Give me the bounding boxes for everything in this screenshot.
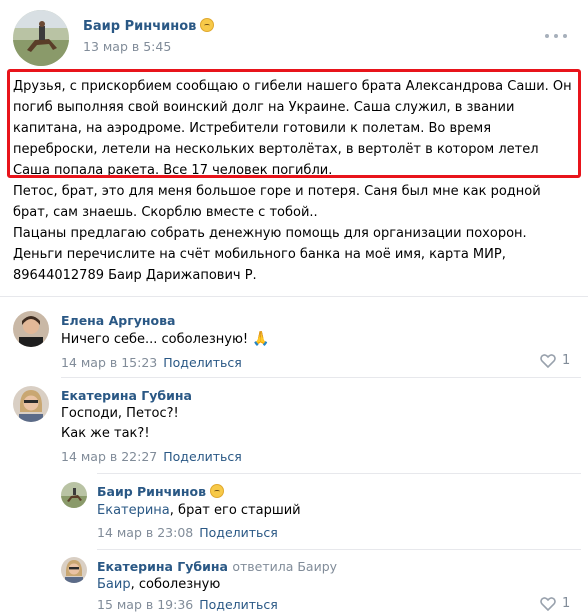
like-count: 1 xyxy=(562,353,571,368)
comment-text: Господи, Петос?! Как же так?! xyxy=(61,404,179,444)
reply-text: Екатерина, брат его старший xyxy=(97,501,301,521)
comment-author-avatar[interactable] xyxy=(13,386,49,422)
reply-date[interactable]: 14 мар в 23:08 xyxy=(97,525,193,540)
smile-emoji-icon xyxy=(200,18,215,32)
comment-meta: 14 мар в 15:23 Поделиться xyxy=(61,355,242,370)
reply-date[interactable]: 15 мар в 19:36 xyxy=(97,597,193,612)
comments-divider xyxy=(0,296,588,297)
reply-author-name-text[interactable]: Екатерина Губина xyxy=(97,559,228,574)
share-button[interactable]: Поделиться xyxy=(163,449,242,464)
praying-hands-emoji-icon: 🙏 xyxy=(252,331,270,347)
comment-meta: 14 мар в 22:27 Поделиться xyxy=(61,449,242,464)
post-author-name-text[interactable]: Баир Ринчинов xyxy=(83,19,196,34)
more-dot-icon xyxy=(545,34,549,38)
comment-text-line: Ничего себе... соболезную! xyxy=(61,332,249,347)
post-paragraph-3: Пацаны предлагаю собрать денежную помощь… xyxy=(13,226,527,283)
comment-text: Ничего себе... соболезную! 🙏 xyxy=(61,329,270,350)
post-author-name[interactable]: Баир Ринчинов xyxy=(83,18,215,34)
share-button[interactable]: Поделиться xyxy=(163,355,242,370)
comment-separator xyxy=(61,377,581,378)
heart-icon xyxy=(540,597,556,611)
reply-addressee-link[interactable]: Баир xyxy=(97,577,131,592)
reply-addressee-link[interactable]: Екатерина xyxy=(97,503,170,518)
like-button[interactable]: 1 xyxy=(540,596,570,611)
post-paragraph-2: Петос, брат, это для меня большое горе и… xyxy=(13,184,541,220)
comment-date[interactable]: 14 мар в 15:23 xyxy=(61,355,157,370)
comment-text-line: Господи, Петос?! xyxy=(61,406,179,421)
like-count: 1 xyxy=(562,596,571,611)
comment-separator xyxy=(97,473,581,474)
comment-date[interactable]: 14 мар в 22:27 xyxy=(61,449,157,464)
reply-author-avatar[interactable] xyxy=(61,557,87,583)
reply-meta: 14 мар в 23:08 Поделиться xyxy=(97,525,278,540)
reply-author-name-text[interactable]: Баир Ринчинов xyxy=(97,484,206,499)
highlight-box xyxy=(7,69,581,178)
reply-text-rest: , брат его старший xyxy=(169,503,301,518)
reply-author-avatar[interactable] xyxy=(61,482,87,508)
reply-author-name[interactable]: Екатерина Губина ответила Баиру xyxy=(97,559,337,574)
post-author-avatar[interactable] xyxy=(13,10,69,66)
reply-text: Баир, соболезную xyxy=(97,575,220,595)
comment-author-name[interactable]: Елена Аргунова xyxy=(61,313,175,328)
comment-author-name[interactable]: Екатерина Губина xyxy=(61,388,192,403)
reply-meta: 15 мар в 19:36 Поделиться xyxy=(97,597,278,612)
more-dot-icon xyxy=(554,34,558,38)
replied-to-label[interactable]: ответила Баиру xyxy=(232,559,337,574)
post-more-options-button[interactable] xyxy=(545,30,567,42)
more-dot-icon xyxy=(563,34,567,38)
comment-author-avatar[interactable] xyxy=(13,311,49,347)
like-button[interactable]: 1 xyxy=(540,353,570,368)
post-date[interactable]: 13 мар в 5:45 xyxy=(83,39,171,54)
share-button[interactable]: Поделиться xyxy=(199,597,278,612)
heart-icon xyxy=(540,354,556,368)
reply-text-rest: , соболезную xyxy=(130,577,221,592)
comment-separator xyxy=(97,549,581,550)
reply-author-name[interactable]: Баир Ринчинов xyxy=(97,484,225,499)
smile-emoji-icon xyxy=(210,484,225,498)
comment-text-line: Как же так?! xyxy=(61,426,150,441)
share-button[interactable]: Поделиться xyxy=(199,525,278,540)
